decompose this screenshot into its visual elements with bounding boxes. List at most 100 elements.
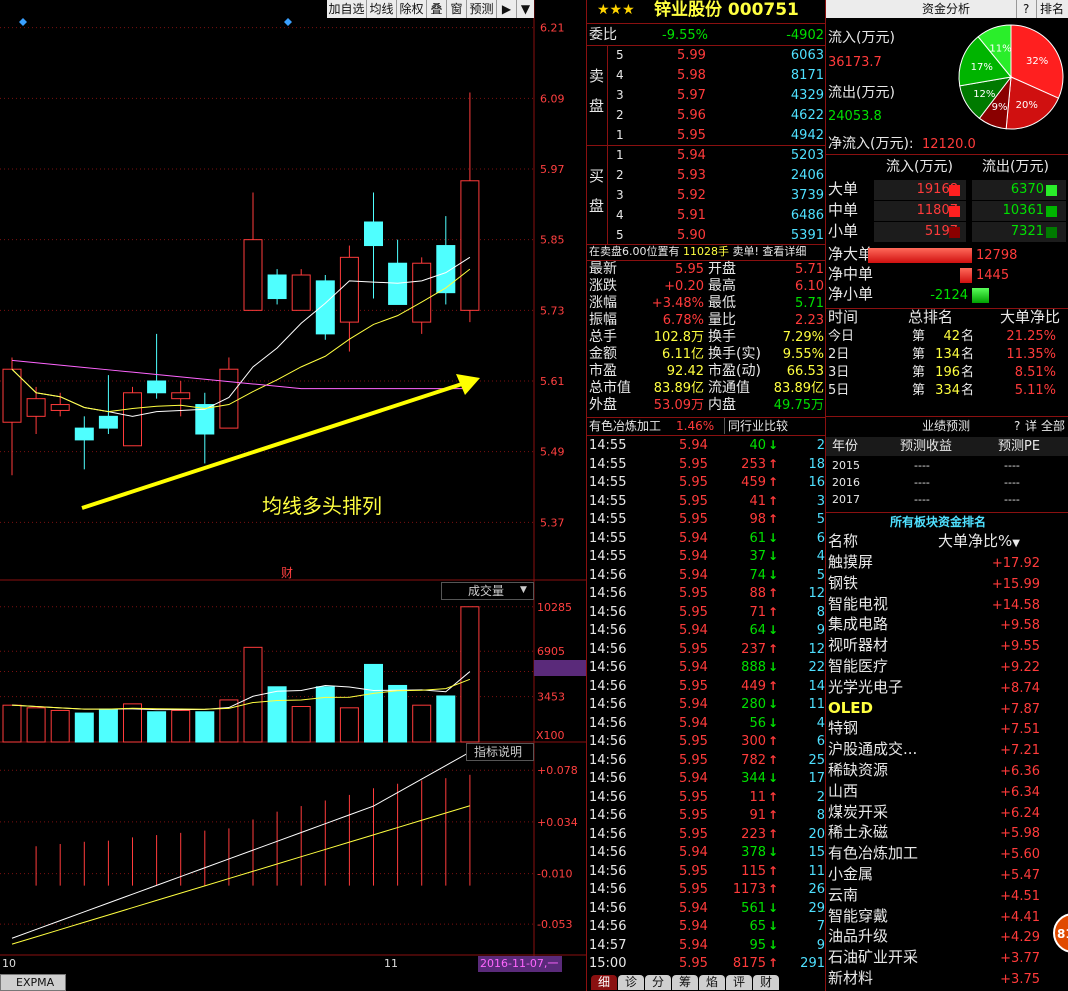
sector-row[interactable]: 智能穿戴 +4.41 — [826, 908, 1068, 928]
chevron-down-icon[interactable]: ▼ — [517, 0, 534, 18]
sector-row[interactable]: 特钢 +7.51 — [826, 720, 1068, 740]
volume-bar[interactable] — [2, 704, 22, 743]
volume-bar[interactable] — [315, 686, 335, 743]
forecast-help[interactable]: ? — [1014, 420, 1020, 432]
volume-bar[interactable] — [26, 707, 46, 743]
bottom-tab[interactable]: 分 — [645, 975, 671, 990]
tick-row[interactable]: 14:55 5.94 37 ↓ 4 — [587, 550, 826, 569]
candle-body[interactable] — [243, 239, 263, 311]
candle-body[interactable] — [267, 274, 287, 300]
candle-body[interactable] — [2, 368, 22, 423]
window-button[interactable]: 窗 — [447, 0, 467, 18]
tick-row[interactable]: 14:56 5.94 74 ↓ 5 — [587, 569, 826, 588]
tick-row[interactable]: 14:56 5.95 782 ↑ 25 — [587, 754, 826, 773]
sector-row[interactable]: OLED +7.87 — [826, 700, 1068, 720]
volume-bar[interactable] — [74, 712, 94, 743]
tick-row[interactable]: 14:56 5.95 223 ↑ 20 — [587, 828, 826, 847]
sector-row[interactable]: 沪股通成交... +7.21 — [826, 741, 1068, 761]
sector-row[interactable]: 稀土永磁 +5.98 — [826, 824, 1068, 844]
volume-bar[interactable] — [50, 709, 70, 743]
kline-panel[interactable]: 6.21 6.09 5.97 5.85 5.73 5.61 5.49 5.37 10285 690… — [0, 0, 586, 991]
volume-bar[interactable] — [412, 704, 432, 743]
tick-row[interactable]: 14:56 5.94 378 ↓ 15 — [587, 846, 826, 865]
candle-body[interactable] — [74, 427, 94, 441]
volume-bar[interactable] — [171, 709, 191, 743]
volume-bar[interactable] — [195, 711, 215, 743]
sector-row[interactable]: 山西 +6.34 — [826, 783, 1068, 803]
sector-row[interactable]: 稀缺资源 +6.36 — [826, 762, 1068, 782]
tick-row[interactable]: 14:56 5.94 888 ↓ 22 — [587, 661, 826, 680]
bottom-tab[interactable]: 评 — [726, 975, 752, 990]
volume-bar[interactable] — [388, 684, 408, 743]
sector-row[interactable]: 视听器材 +9.55 — [826, 637, 1068, 657]
sector-row[interactable]: 新材料 +3.75 — [826, 970, 1068, 990]
volume-bar[interactable] — [123, 703, 142, 743]
tick-row[interactable]: 14:56 5.95 300 ↑ 6 — [587, 735, 826, 754]
volume-bar[interactable] — [147, 711, 167, 743]
sector-row[interactable]: 集成电路 +9.58 — [826, 616, 1068, 636]
tick-row[interactable]: 14:56 5.95 88 ↑ 12 — [587, 587, 826, 606]
tick-row[interactable]: 14:55 5.95 98 ↑ 5 — [587, 513, 826, 532]
bottom-tab[interactable]: 焰 — [699, 975, 725, 990]
candle-body[interactable] — [339, 256, 359, 323]
event-marker[interactable] — [19, 18, 27, 26]
exright-button[interactable]: 除权 — [397, 0, 427, 18]
sector-row[interactable]: 煤炭开采 +6.24 — [826, 804, 1068, 824]
sector-row[interactable]: 光学光电子 +8.74 — [826, 679, 1068, 699]
bottom-tab[interactable]: 财 — [753, 975, 779, 990]
sector-row[interactable]: 钢铁 +15.99 — [826, 575, 1068, 595]
tick-row[interactable]: 14:55 5.95 459 ↑ 16 — [587, 476, 826, 495]
sector-row[interactable]: 油品升级 +4.29 — [826, 928, 1068, 948]
big-order-notice[interactable]: 在卖盘6.00位置有 11028手 卖单! 查看详细 — [589, 246, 806, 257]
candle-body[interactable] — [388, 262, 408, 305]
volume-bar[interactable] — [339, 707, 359, 743]
tick-row[interactable]: 14:56 5.95 71 ↑ 8 — [587, 606, 826, 625]
tick-row[interactable]: 14:56 5.95 237 ↑ 12 — [587, 643, 826, 662]
tick-row[interactable]: 14:56 5.94 65 ↓ 7 — [587, 920, 826, 939]
tick-list[interactable]: 14:55 5.94 40 ↓ 2 14:55 5.95 253 ↑ 18 14:55 5.95 459… — [587, 436, 826, 972]
sector-row[interactable]: 智能医疗 +9.22 — [826, 658, 1068, 678]
tick-row[interactable]: 14:55 5.94 40 ↓ 2 — [587, 439, 826, 458]
tick-row[interactable]: 14:56 5.94 561 ↓ 29 — [587, 902, 826, 921]
candle-body[interactable] — [147, 380, 167, 394]
candle-body[interactable] — [315, 280, 335, 335]
candle-body[interactable] — [412, 262, 432, 323]
sector-list[interactable]: 触摸屏 +17.92 钢铁 +15.99 智能电视 +14.58 集成电路 +9.58 视听器材… — [826, 553, 1068, 991]
candle-body[interactable] — [364, 221, 383, 247]
volume-bar[interactable] — [291, 706, 311, 743]
sort-down-icon[interactable]: ▼ — [1012, 538, 1020, 549]
event-marker[interactable] — [284, 18, 292, 26]
tick-row[interactable]: 14:56 5.94 56 ↓ 4 — [587, 717, 826, 736]
tick-row[interactable]: 14:56 5.94 280 ↓ 11 — [587, 698, 826, 717]
sector-row[interactable]: 云南 +4.51 — [826, 887, 1068, 907]
tick-row[interactable]: 14:56 5.95 11 ↑ 2 — [587, 791, 826, 810]
volume-bar[interactable] — [460, 606, 480, 743]
tick-row[interactable]: 14:57 5.94 95 ↓ 9 — [587, 939, 826, 958]
forecast-detail[interactable]: 详 — [1025, 420, 1037, 432]
sector-row[interactable]: 石油矿业开采 +3.77 — [826, 949, 1068, 969]
candle-body[interactable] — [50, 404, 70, 411]
bottom-tab[interactable]: 筹 — [672, 975, 698, 990]
sector-row[interactable]: 触摸屏 +17.92 — [826, 554, 1068, 574]
bottom-tab[interactable]: 细 — [591, 975, 617, 990]
sector-row[interactable]: 有色冶炼加工 +5.60 — [826, 845, 1068, 865]
tick-row[interactable]: 14:56 5.95 1173 ↑ 26 — [587, 883, 826, 902]
tick-row[interactable]: 14:55 5.95 41 ↑ 3 — [587, 495, 826, 514]
volume-bar[interactable] — [267, 686, 287, 743]
sector-row[interactable]: 智能电视 +14.58 — [826, 596, 1068, 616]
sector-col-pct[interactable]: 大单净比%▼ — [938, 534, 1020, 549]
forecast-button[interactable]: 预测 — [467, 0, 497, 18]
volume-dropdown-icon[interactable]: ▼ — [520, 586, 527, 595]
candle-body[interactable] — [98, 415, 118, 429]
tick-row[interactable]: 14:56 5.94 344 ↓ 17 — [587, 772, 826, 791]
arrow-right-icon[interactable]: ▶ — [497, 0, 517, 18]
ma-button[interactable]: 均线 — [367, 0, 397, 18]
tick-row[interactable]: 14:56 5.95 115 ↑ 11 — [587, 865, 826, 884]
tick-row[interactable]: 14:56 5.95 91 ↑ 8 — [587, 809, 826, 828]
overlay-button[interactable]: 叠 — [427, 0, 447, 18]
candle-body[interactable] — [219, 368, 239, 429]
tick-row[interactable]: 14:55 5.95 253 ↑ 18 — [587, 458, 826, 477]
volume-bar[interactable] — [98, 708, 118, 743]
candle-body[interactable] — [171, 392, 191, 400]
volume-bar[interactable] — [219, 699, 239, 743]
